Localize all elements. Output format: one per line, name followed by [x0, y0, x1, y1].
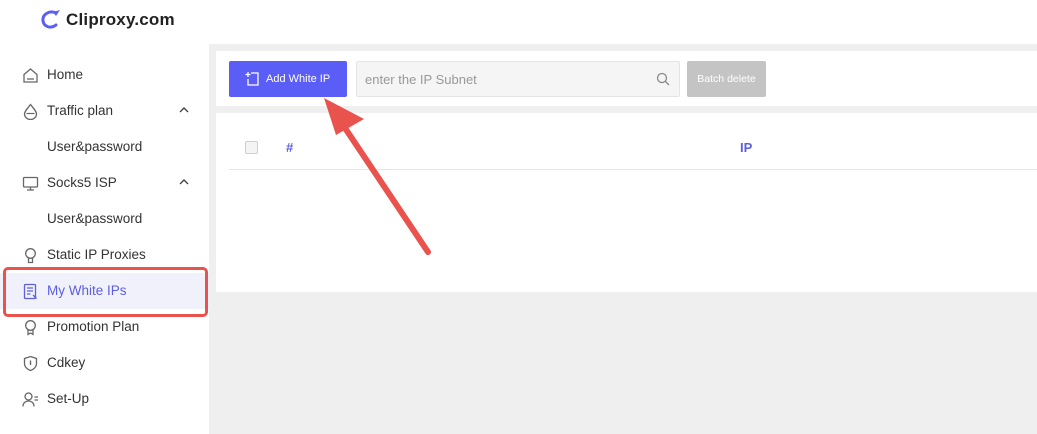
sidebar-item-label: Cdkey — [47, 355, 86, 370]
sidebar-item-label: Static IP Proxies — [47, 247, 146, 262]
sidebar-item-label: User&password — [47, 139, 143, 154]
chevron-up-icon[interactable] — [178, 105, 190, 115]
sidebar-item-label: Promotion Plan — [47, 319, 140, 334]
sidebar: Home Traffic plan User&password Socks5 I… — [0, 44, 209, 434]
badge-icon — [25, 320, 36, 336]
sidebar-item-cdkey[interactable]: Cdkey — [0, 345, 209, 381]
sidebar-item-socks5-isp[interactable]: Socks5 ISP — [0, 165, 209, 201]
sidebar-item-label: Home — [47, 67, 84, 82]
add-white-ip-button[interactable]: Add White IP — [229, 61, 347, 97]
select-all-checkbox[interactable] — [245, 141, 258, 154]
user-settings-icon — [22, 392, 38, 407]
add-white-ip-label: Add White IP — [266, 73, 331, 85]
white-ip-table: # IP — [216, 113, 1037, 292]
toolbar: Add White IP Batch delete — [216, 51, 1037, 106]
column-header-ip[interactable]: IP — [740, 140, 752, 155]
sidebar-subitem-socks5-userpass[interactable]: User&password — [0, 201, 209, 237]
search-icon[interactable] — [656, 72, 670, 86]
highlight-annotation — [3, 267, 208, 317]
sidebar-subitem-traffic-userpass[interactable]: User&password — [0, 129, 209, 165]
sidebar-item-label: Socks5 ISP — [47, 175, 117, 190]
ip-subnet-search-input[interactable] — [357, 62, 647, 96]
column-header-index[interactable]: # — [286, 140, 293, 155]
droplet-icon — [23, 103, 38, 120]
app-root: Cliproxy.com Home Traffic plan User&pass… — [0, 0, 1037, 434]
batch-delete-button[interactable]: Batch delete — [687, 61, 766, 97]
sidebar-item-label: Set-Up — [47, 391, 90, 406]
sidebar-item-set-up[interactable]: Set-Up — [0, 381, 209, 417]
main-content: Add White IP Batch delete # IP — [209, 44, 1037, 434]
add-document-icon — [245, 72, 259, 86]
logo-text: Cliproxy.com — [66, 10, 175, 29]
chevron-up-icon[interactable] — [178, 177, 190, 187]
sidebar-item-traffic-plan[interactable]: Traffic plan — [0, 93, 209, 129]
search-box — [356, 61, 680, 97]
shield-icon — [23, 355, 38, 372]
location-pin-icon — [25, 248, 36, 264]
home-icon — [23, 68, 38, 83]
monitor-icon — [22, 176, 39, 191]
sidebar-item-home[interactable]: Home — [0, 57, 209, 93]
sidebar-item-label: Traffic plan — [47, 103, 114, 118]
logo-icon — [41, 10, 60, 29]
sidebar-item-label: User&password — [47, 211, 143, 226]
top-header: Cliproxy.com — [0, 0, 1037, 44]
logo[interactable]: Cliproxy.com — [40, 8, 175, 32]
table-header: # IP — [229, 130, 1037, 170]
